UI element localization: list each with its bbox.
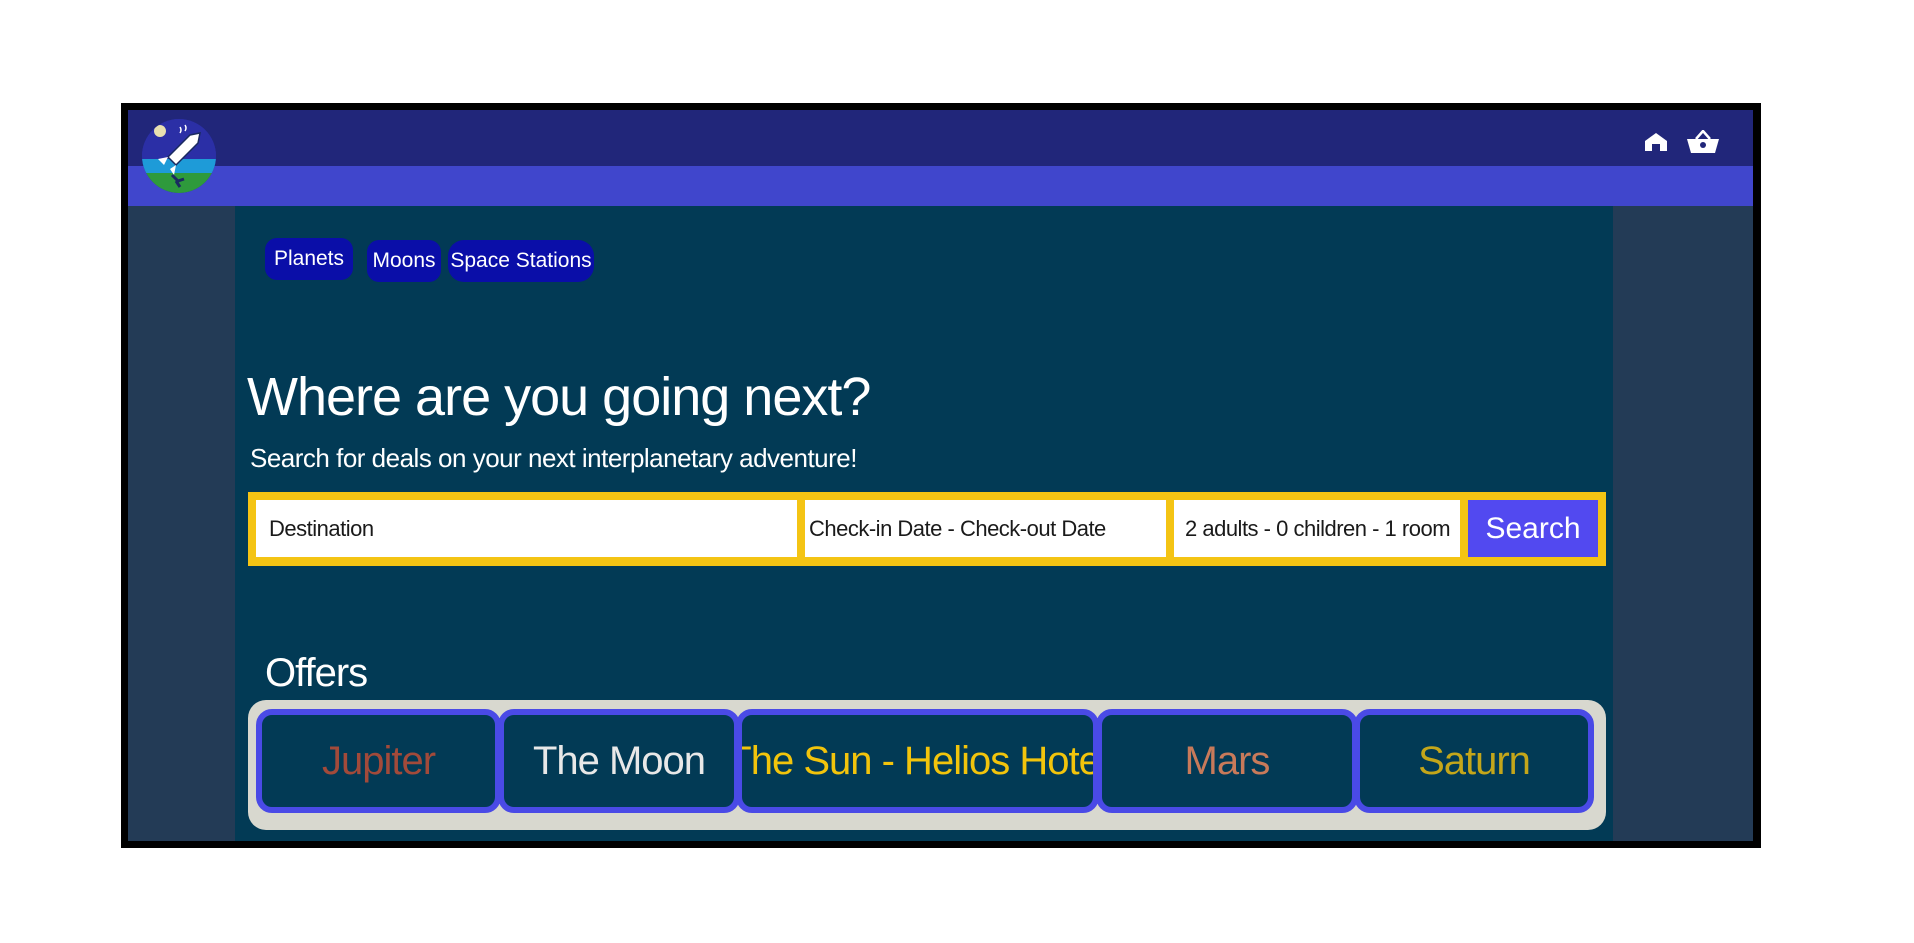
- rocket-logo-icon[interactable]: [142, 119, 216, 193]
- main-content: Planets Moons Space Stations Where are y…: [235, 206, 1613, 841]
- search-button[interactable]: Search: [1468, 500, 1598, 557]
- search-bar: Destination Check-in Date - Check-out Da…: [248, 492, 1606, 566]
- date-range-input[interactable]: Check-in Date - Check-out Date: [805, 500, 1166, 557]
- tab-moons[interactable]: Moons: [367, 240, 441, 282]
- offer-saturn[interactable]: Saturn: [1354, 709, 1594, 813]
- guests-rooms-input[interactable]: 2 adults - 0 children - 1 room: [1174, 500, 1460, 557]
- basket-icon[interactable]: [1686, 129, 1720, 159]
- tab-space-stations[interactable]: Space Stations: [448, 240, 594, 282]
- offer-jupiter[interactable]: Jupiter: [256, 709, 501, 813]
- hero-subtitle: Search for deals on your next interplane…: [250, 443, 858, 473]
- page: Planets Moons Space Stations Where are y…: [128, 110, 1753, 841]
- hero-title: Where are you going next?: [247, 367, 871, 427]
- tab-planets[interactable]: Planets: [265, 238, 353, 280]
- top-navbar: [128, 110, 1753, 166]
- offer-the-moon[interactable]: The Moon: [498, 709, 740, 813]
- destination-input[interactable]: Destination: [256, 500, 797, 557]
- offers-title: Offers: [265, 651, 368, 695]
- offer-mars[interactable]: Mars: [1096, 709, 1358, 813]
- offer-the-sun-helios-hotel[interactable]: The Sun - Helios Hotel: [736, 709, 1099, 813]
- home-icon[interactable]: [1644, 132, 1668, 157]
- header-icons: [1644, 129, 1720, 159]
- offers-list: Jupiter The Moon The Sun - Helios Hotel …: [248, 700, 1606, 830]
- sub-navbar: [128, 166, 1753, 206]
